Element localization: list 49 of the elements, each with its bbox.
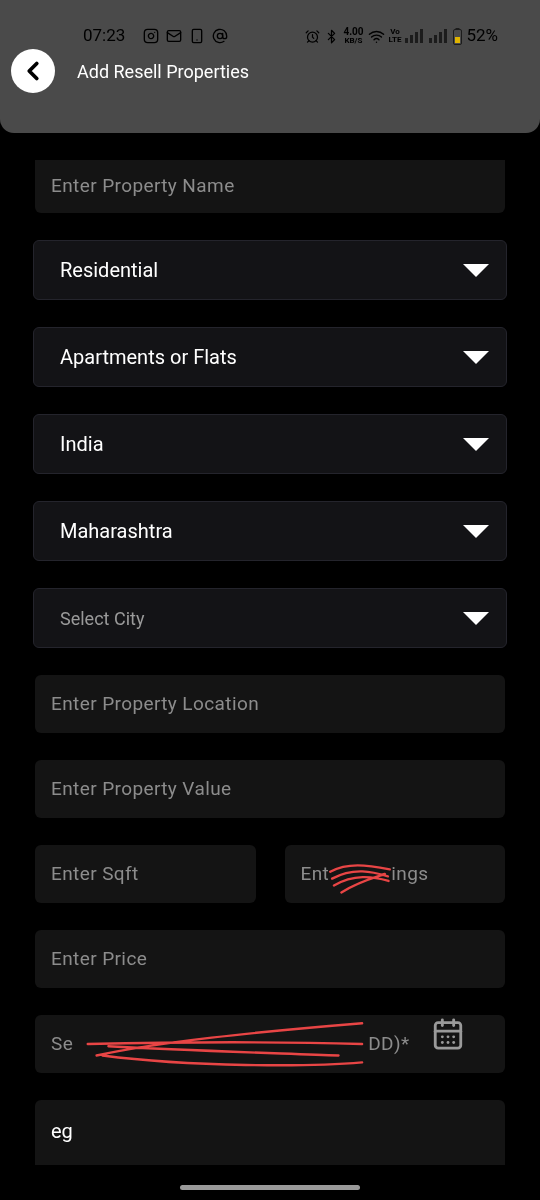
dropdown[interactable]: Residential xyxy=(33,240,507,300)
alarm-icon xyxy=(305,28,321,44)
at-sign-icon xyxy=(212,28,229,44)
input-field[interactable]: Enter Property Location xyxy=(35,675,505,733)
volte-label: Vo xyxy=(390,28,400,36)
dropdown[interactable]: India xyxy=(33,414,507,474)
input-value: eg xyxy=(51,1118,73,1145)
dropdown[interactable]: Maharashtra xyxy=(33,501,507,561)
input-placeholder: DD)* xyxy=(368,1030,410,1057)
dropdown-caret-icon xyxy=(463,437,489,451)
dropdown[interactable]: Select City xyxy=(33,588,507,648)
input-field[interactable]: eg xyxy=(35,1100,505,1165)
input-placeholder: Enter Property Location xyxy=(51,690,260,717)
dropdown-value: India xyxy=(60,431,104,458)
back-button[interactable] xyxy=(11,49,55,93)
input-placeholder: Enter Price xyxy=(51,945,148,972)
dropdown-caret-icon xyxy=(463,263,489,277)
date-field[interactable]: Se DD)* xyxy=(35,1015,505,1073)
input-field[interactable]: Enter Price xyxy=(35,930,505,988)
input-field[interactable]: Enter Sqft xyxy=(35,845,256,903)
dropdown-value: Maharashtra xyxy=(60,518,173,545)
mail-icon xyxy=(166,28,183,44)
input-placeholder: Ent xyxy=(300,860,330,887)
dropdown-placeholder: Select City xyxy=(60,606,145,631)
battery-icon xyxy=(453,27,463,45)
dropdown-value: Apartments or Flats xyxy=(60,344,237,371)
input-placeholder: Enter Sqft xyxy=(51,860,139,887)
input-placeholder: ings xyxy=(391,860,429,887)
signal-icon xyxy=(429,29,450,43)
signal-icon xyxy=(405,29,426,43)
dropdown-caret-icon xyxy=(463,611,489,625)
page-title: Add Resell Properties xyxy=(77,59,250,84)
input-placeholder: Se xyxy=(51,1030,74,1057)
dropdown-caret-icon xyxy=(463,524,489,538)
calendar-icon[interactable] xyxy=(431,1017,465,1051)
lte-label: LTE xyxy=(388,36,402,44)
input-field[interactable]: Ent ings xyxy=(284,845,505,903)
input-placeholder: Enter Property Value xyxy=(51,775,232,802)
speed-value: 4.00 xyxy=(343,27,364,37)
instagram-icon xyxy=(143,28,160,44)
status-time: 07:23 xyxy=(83,24,126,48)
dropdown[interactable]: Apartments or Flats xyxy=(33,327,507,387)
input-field[interactable]: Enter Property Name xyxy=(35,160,505,213)
input-placeholder: Enter Property Name xyxy=(51,173,235,200)
dropdown-caret-icon xyxy=(463,350,489,364)
dropdown-value: Residential xyxy=(60,257,159,284)
speed-unit: KB/S xyxy=(344,37,363,45)
input-field[interactable]: Enter Property Value xyxy=(35,760,505,818)
battery-percent: 52% xyxy=(466,24,498,48)
